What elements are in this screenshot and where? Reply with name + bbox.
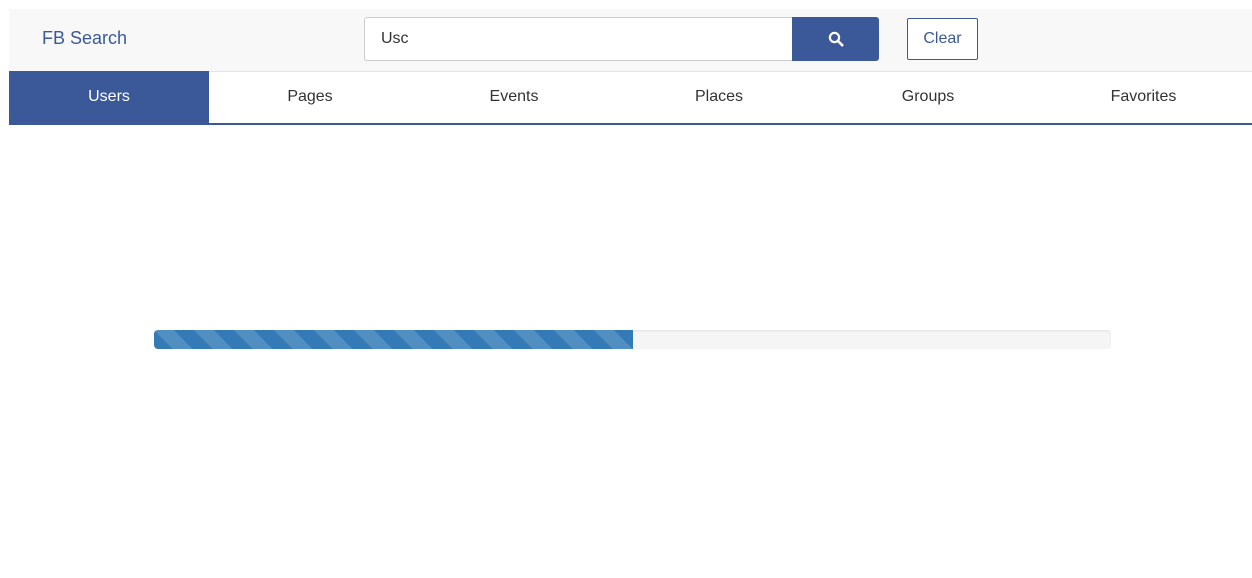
search-button[interactable] xyxy=(792,17,879,61)
tab-events[interactable]: Events xyxy=(411,71,617,123)
navbar: FB Search Clear xyxy=(9,9,1252,72)
tab-pages[interactable]: Pages xyxy=(209,71,411,123)
tab-places[interactable]: Places xyxy=(617,71,821,123)
tab-bar: Users Pages Events Places Groups Favorit… xyxy=(9,71,1252,125)
progress-bar xyxy=(154,330,633,349)
brand-link[interactable]: FB Search xyxy=(42,28,127,49)
tab-favorites[interactable]: Favorites xyxy=(1035,71,1252,123)
tab-users[interactable]: Users xyxy=(9,71,209,123)
clear-button[interactable]: Clear xyxy=(907,18,978,60)
progress-track xyxy=(154,330,1111,349)
search-icon xyxy=(793,31,878,47)
tab-groups[interactable]: Groups xyxy=(821,71,1035,123)
search-input[interactable] xyxy=(364,17,792,61)
